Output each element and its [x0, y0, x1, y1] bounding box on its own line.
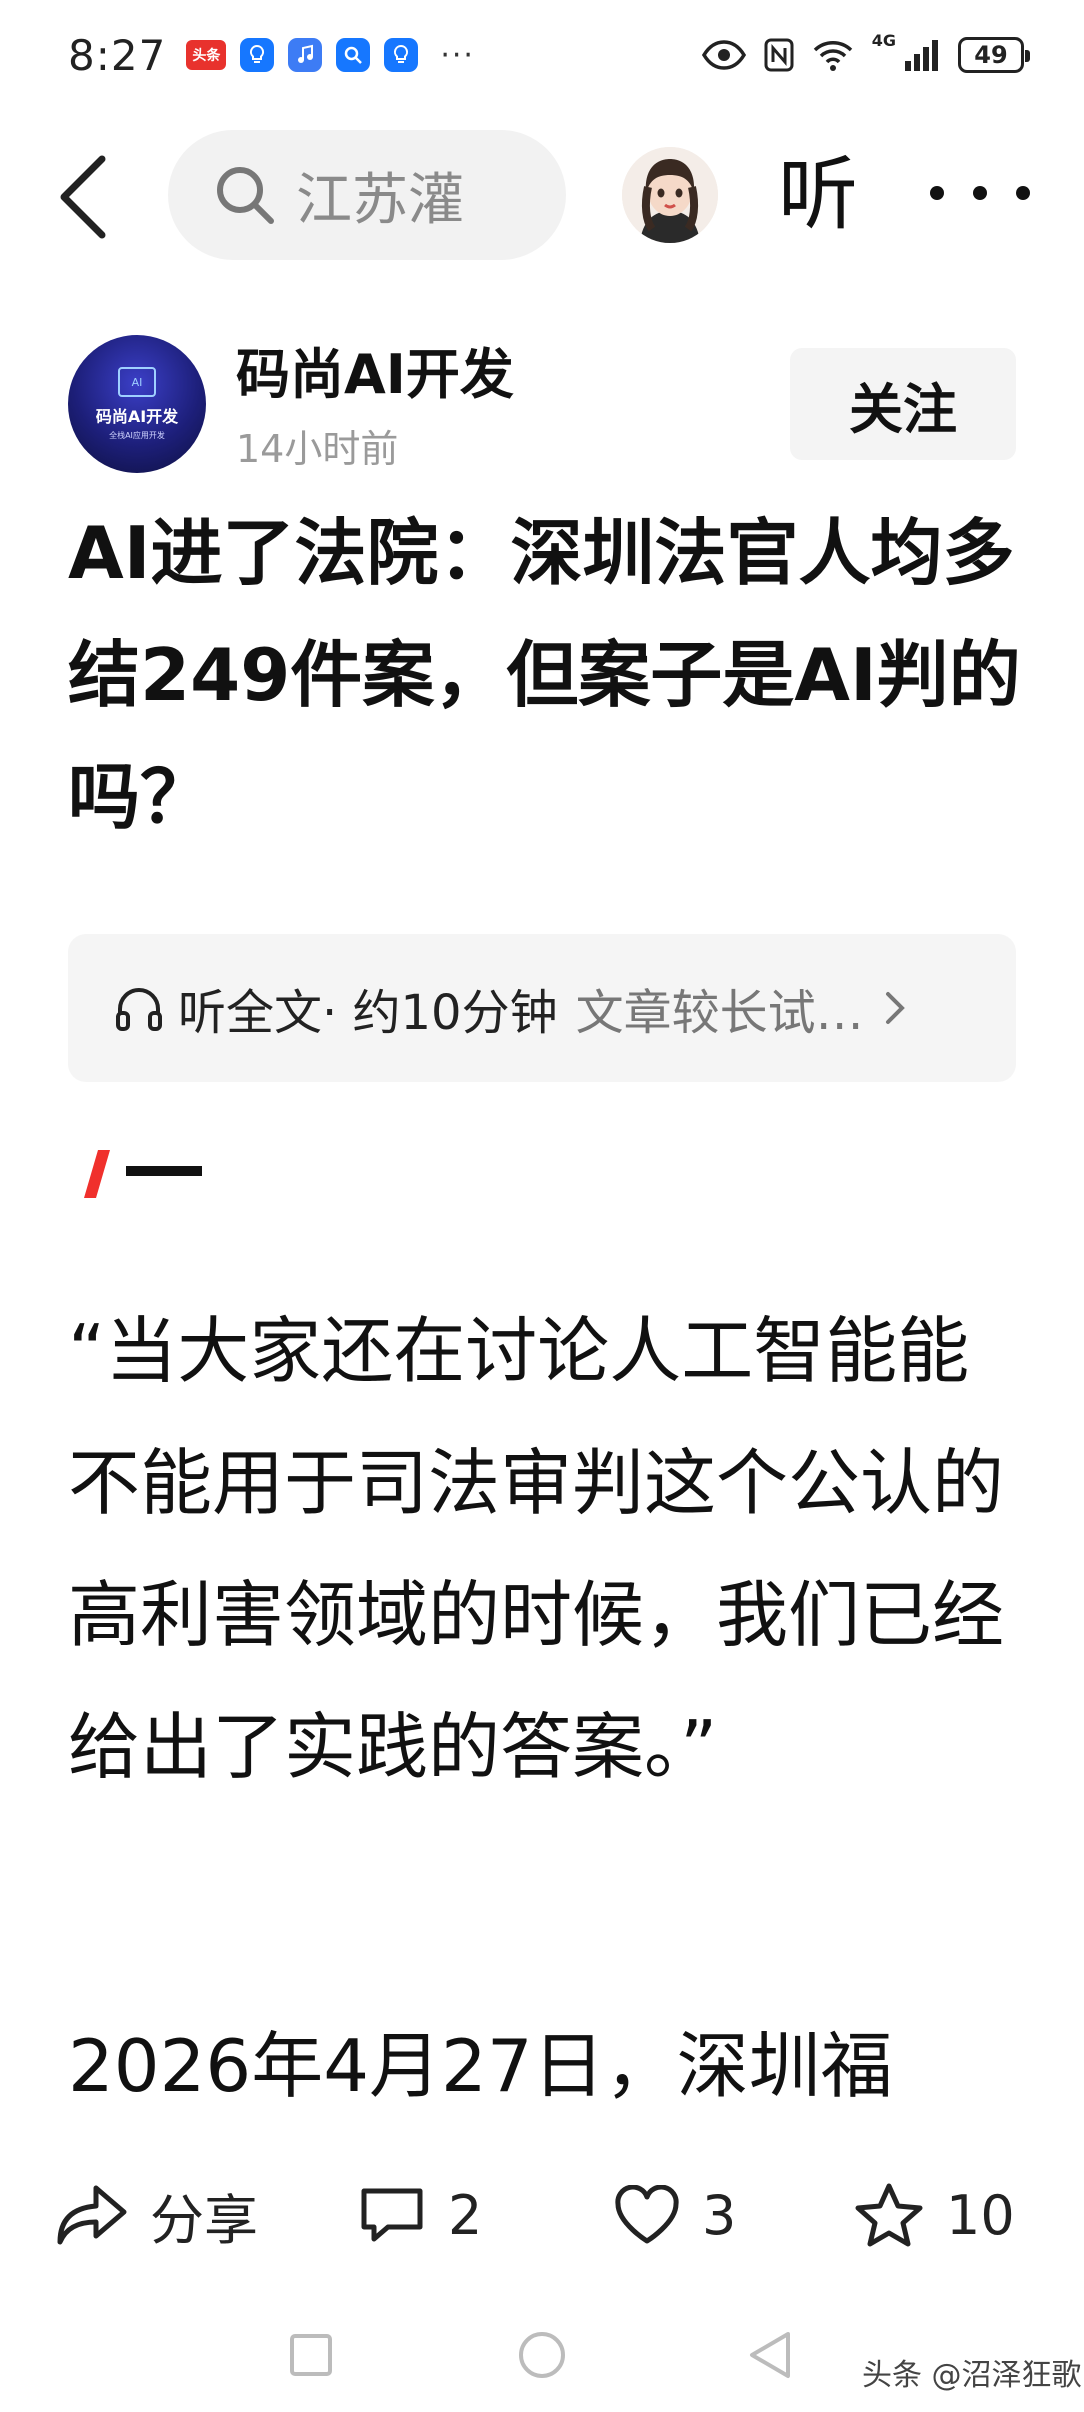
comment-icon	[361, 2188, 423, 2242]
recent-apps-button[interactable]	[290, 2334, 332, 2376]
favorite-count: 10	[946, 2183, 1015, 2247]
article-title: AI进了法院：深圳法官人均多结249件案，但案子是AI判的吗？	[68, 511, 1021, 839]
lightbulb-app-icon-2	[384, 38, 419, 72]
share-label: 分享	[150, 2188, 258, 2252]
share-button[interactable]: 分享	[56, 2176, 258, 2255]
search-icon	[217, 167, 274, 224]
home-button[interactable]	[519, 2332, 565, 2378]
status-time: 8:27	[68, 30, 167, 80]
signal-icon	[905, 40, 938, 71]
like-count: 3	[702, 2183, 737, 2247]
music-app-icon	[288, 38, 323, 72]
chevron-right-icon	[885, 992, 905, 1024]
system-back-button[interactable]	[748, 2330, 792, 2384]
favorite-button[interactable]: 10	[854, 2182, 1015, 2248]
like-button[interactable]: 3	[614, 2184, 736, 2247]
toutiao-app-icon: 头条	[186, 40, 227, 70]
avatar-face-icon	[622, 147, 718, 243]
article-paragraph: “当大家还在讨论人工智能能不能用于司法审判这个公认的高利害领域的时候，我们已经给…	[68, 1309, 1005, 1789]
more-dot	[1016, 186, 1030, 200]
author-name[interactable]: 码尚AI开发	[236, 330, 514, 409]
search-input[interactable]: 江苏灌	[168, 130, 566, 260]
wifi-icon	[813, 41, 852, 71]
top-navigation: 江苏灌 听	[0, 125, 1084, 265]
follow-button[interactable]: 关注	[790, 348, 1016, 460]
listen-full-article-bar[interactable]: 听全文· 约10分钟 文章较长试…	[68, 934, 1016, 1082]
more-button[interactable]	[930, 163, 1030, 223]
ai-avatar[interactable]	[622, 147, 718, 243]
comment-button[interactable]: 2	[358, 2184, 482, 2247]
lightbulb-app-icon	[240, 38, 275, 72]
section-marker-icon	[84, 1150, 202, 1198]
back-button[interactable]	[58, 155, 118, 239]
chip-icon: AI	[118, 367, 156, 397]
logo-subtitle: 全栈AI应用开发	[109, 431, 165, 440]
network-type-label: 4G	[871, 31, 896, 50]
more-notifications-icon: ···	[440, 37, 475, 73]
star-icon	[855, 2183, 923, 2247]
logo-title: 码尚AI开发	[95, 407, 179, 426]
more-dot	[973, 186, 987, 200]
listen-duration-label: 听全文· 约10分钟	[178, 985, 558, 1041]
notification-icons: 头条 ···	[186, 38, 475, 73]
comment-count: 2	[448, 2183, 483, 2247]
status-bar: 8:27 头条 ··· 4G 49	[0, 0, 1084, 110]
more-dot	[930, 186, 944, 200]
listen-hint: 文章较长试…	[575, 985, 864, 1041]
author-avatar[interactable]: AI 码尚AI开发 全栈AI应用开发	[68, 335, 206, 473]
search-placeholder: 江苏灌	[296, 167, 464, 233]
eye-icon	[701, 40, 746, 70]
battery-indicator: 49	[958, 37, 1030, 73]
triangle-back-icon	[750, 2332, 790, 2378]
search-app-icon	[336, 38, 371, 72]
publish-time: 14小时前	[236, 427, 399, 471]
action-bar: 分享 2 3 10	[0, 2160, 1084, 2270]
back-icon	[60, 155, 106, 239]
article-paragraph: 2026年4月27日，深圳福	[68, 2024, 893, 2108]
system-status: 4G 49	[701, 31, 1030, 73]
share-icon	[57, 2185, 127, 2245]
heart-icon	[615, 2185, 679, 2244]
author-row: AI 码尚AI开发 全栈AI应用开发 码尚AI开发 14小时前 关注	[0, 330, 1084, 473]
listen-button[interactable]: 听	[778, 147, 858, 243]
article-screen: 8:27 头条 ··· 4G 49 江苏灌 听 AI 码尚AI开发 全栈AI应用…	[0, 0, 1084, 2412]
watermark: 头条 @沼泽狂歌	[862, 2358, 1082, 2393]
headphones-icon	[116, 988, 162, 1031]
nfc-icon	[764, 38, 794, 72]
